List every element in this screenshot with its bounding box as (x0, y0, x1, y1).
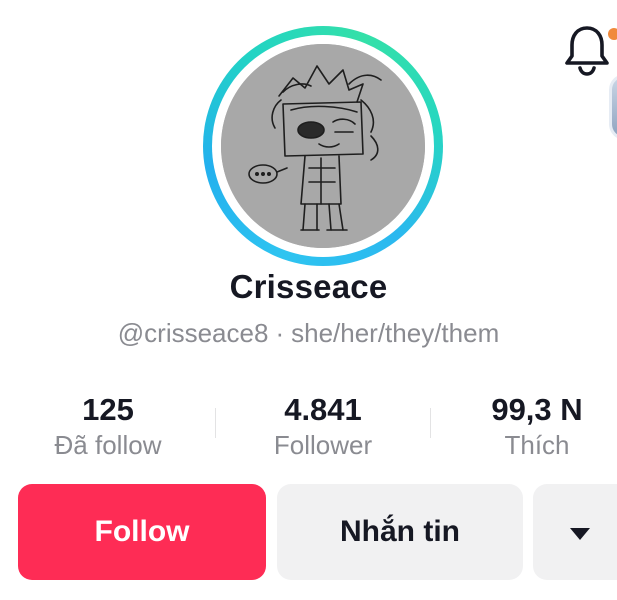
profile-pronouns: she/her/they/them (291, 318, 500, 348)
handle-separator: · (275, 318, 285, 348)
profile-stats: 125 Đã follow 4.841 Follower 99,3 N Thíc… (0, 392, 617, 467)
caret-down-icon (569, 515, 591, 549)
profile-display-name: Crisseace (229, 268, 388, 305)
more-options-button[interactable] (533, 484, 617, 580)
stat-divider (430, 408, 431, 438)
profile-handle-line: @crisseace8 · she/her/they/them (0, 318, 617, 349)
stat-following-label: Đã follow (54, 430, 162, 460)
stat-likes-count: 99,3 N (491, 392, 583, 427)
bell-icon[interactable] (564, 24, 610, 76)
stat-following[interactable]: 125 Đã follow (38, 392, 178, 462)
profile-page: Crisseace @crisseace8 · she/her/they/them … (0, 0, 617, 600)
stat-likes-label: Thích (504, 430, 570, 460)
notification-dot (608, 28, 617, 40)
follow-button[interactable]: Follow (18, 484, 266, 580)
stat-followers-count: 4.841 (284, 392, 362, 427)
message-button[interactable]: Nhắn tin (277, 484, 523, 580)
stat-likes: 99,3 N Thích (462, 392, 612, 462)
stat-followers-label: Follower (273, 430, 373, 460)
stat-divider (215, 408, 216, 438)
story-avatar-edge[interactable] (609, 74, 617, 140)
avatar[interactable] (221, 44, 425, 248)
stat-following-count: 125 (82, 392, 134, 427)
stat-followers[interactable]: 4.841 Follower (248, 392, 398, 462)
profile-username: @crisseace8 (117, 318, 269, 348)
